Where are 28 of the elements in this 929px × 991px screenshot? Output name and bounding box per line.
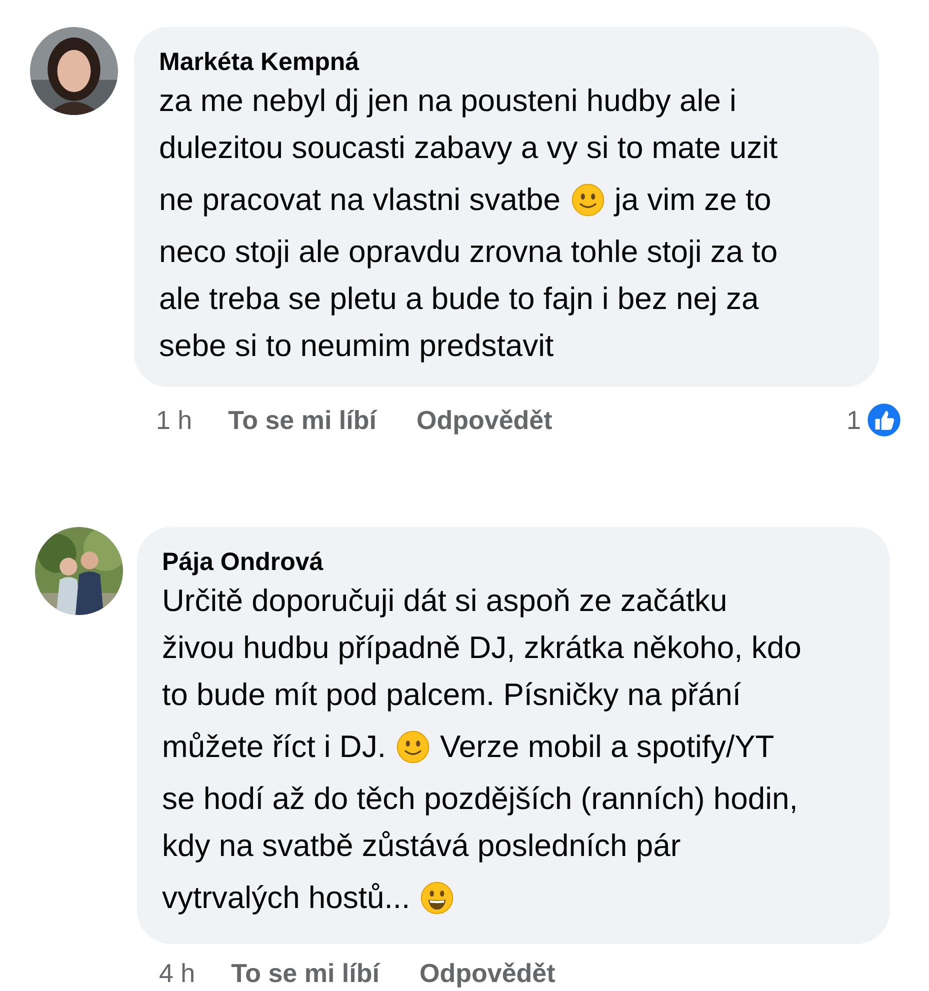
- comment-text: se hodí až do těch pozdějších (ranních) hodin,: [162, 780, 798, 818]
- like-link[interactable]: To se mi líbí: [231, 958, 380, 989]
- comment-text: vytrvalých hostů...: [162, 879, 410, 917]
- comment-text: ja vim ze to: [614, 181, 772, 219]
- comment-text: neco stoji ale opravdu zrovna tohle stoji za to: [159, 233, 778, 271]
- timestamp[interactable]: 1 h: [156, 404, 192, 436]
- comment-text: ale treba se pletu a bude to fajn i bez nej za: [159, 280, 759, 318]
- comment-text: za me nebyl dj jen na pousteni hudby ale i: [159, 82, 736, 120]
- grinning-face-icon: [420, 880, 454, 914]
- comment-text: živou hudbu případně DJ, zkrátka někoho, kdo: [162, 629, 802, 667]
- comment-text: sebe si to neumim predstavit: [159, 327, 554, 365]
- comment-text: kdy na svatbě zůstává posledních pár: [162, 827, 681, 865]
- like-count: 1: [846, 404, 861, 436]
- comment-text: to bude mít pod palcem. Písničky na přání: [162, 676, 741, 714]
- smiling-face-icon: [396, 730, 430, 764]
- author-name[interactable]: Markéta Kempná: [159, 47, 859, 77]
- comment-text: Určitě doporučuji dát si aspoň ze začátku: [162, 582, 728, 620]
- timestamp[interactable]: 4 h: [159, 958, 196, 989]
- comment-text: můžete říct i DJ.: [162, 728, 386, 766]
- reply-link[interactable]: Odpovědět: [419, 958, 556, 989]
- smiling-face-icon: [570, 182, 605, 216]
- author-name[interactable]: Pája Ondrová: [162, 547, 870, 577]
- thumbs-up-icon: [865, 401, 903, 439]
- reply-link[interactable]: Odpovědět: [416, 404, 552, 436]
- comment-text: Verze mobil a spotify/YT: [440, 728, 774, 766]
- comment-text: ne pracovat na vlastni svatbe: [159, 181, 561, 219]
- like-link[interactable]: To se mi líbí: [228, 404, 376, 436]
- comment-text: dulezitou soucasti zabavy a vy si to mate uzit: [159, 129, 778, 167]
